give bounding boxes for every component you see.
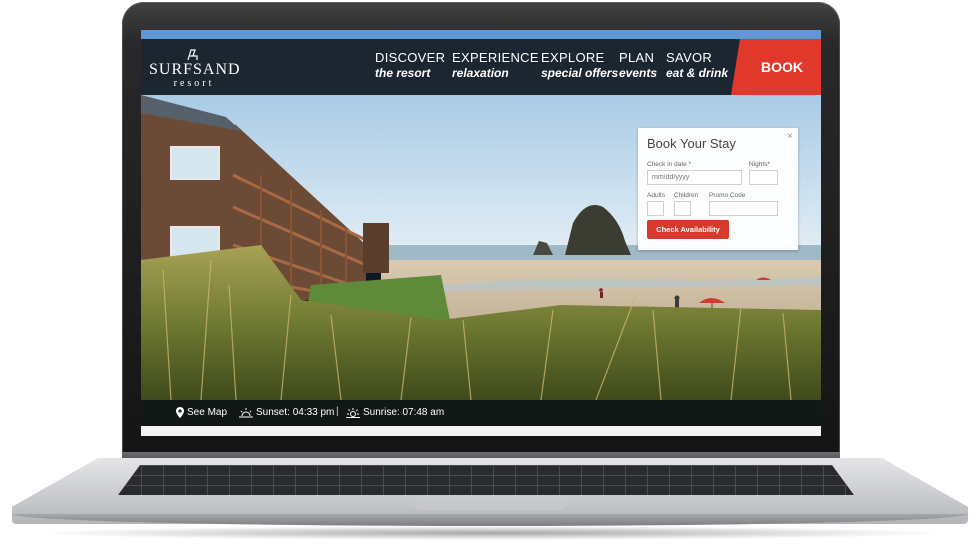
nav-item-title: EXPERIENCE xyxy=(452,50,539,65)
nights-label: Nights* xyxy=(749,161,770,168)
see-map-label: See Map xyxy=(187,407,228,418)
promo-code-label: Promo Code xyxy=(709,192,746,199)
map-pin-icon xyxy=(176,407,184,418)
sunrise-icon xyxy=(346,407,360,418)
sunset-text: Sunset: 04:33 pm xyxy=(256,407,335,418)
sunrise-time: Sunrise: 07:48 am xyxy=(346,407,444,418)
sunset-icon xyxy=(239,407,253,417)
checkin-label: Check in date * xyxy=(647,161,692,168)
see-map-link[interactable]: See Map xyxy=(176,407,227,418)
nav-item-savor[interactable]: SAVOR eat & drink xyxy=(666,50,728,80)
info-bar: See Map Sunset: 04:33 pm | Sunrise: 07:4… xyxy=(141,400,821,426)
beach-chair-icon xyxy=(187,49,198,61)
booking-title: Book Your Stay xyxy=(647,136,736,151)
sunrise-text: Sunrise: 07:48 am xyxy=(363,407,445,418)
nav-item-explore[interactable]: EXPLORE special offers xyxy=(541,50,618,80)
building-window xyxy=(170,146,220,180)
booking-widget: × Book Your Stay Check in date * Nights*… xyxy=(638,128,798,250)
laptop-trackpad xyxy=(414,498,566,510)
nav-item-subtitle: events xyxy=(619,66,658,80)
small-building xyxy=(363,223,389,273)
logo-name: SURFSAND xyxy=(149,61,241,78)
nav-item-title: SAVOR xyxy=(666,50,713,65)
checkin-date-input[interactable] xyxy=(647,170,742,185)
laptop-front-edge xyxy=(12,514,968,526)
check-availability-button[interactable]: Check Availability xyxy=(647,220,729,239)
nav-item-subtitle: special offers xyxy=(541,66,619,80)
nav-item-title: DISCOVER xyxy=(375,50,446,65)
top-accent-strip xyxy=(141,30,821,39)
logo-sub: resort xyxy=(173,78,215,89)
children-input[interactable] xyxy=(674,201,691,216)
page-content-below xyxy=(141,426,821,436)
nights-input[interactable] xyxy=(749,170,778,185)
book-button[interactable]: BOOK xyxy=(731,39,821,95)
adults-label: Adults xyxy=(647,192,666,199)
main-navigation: SURFSAND resort DISCOVER the resort EXPE… xyxy=(141,39,821,95)
nav-item-subtitle: eat & drink xyxy=(666,66,729,80)
laptop-keyboard xyxy=(118,465,854,495)
nav-item-experience[interactable]: EXPERIENCE relaxation xyxy=(452,50,539,80)
nav-item-title: EXPLORE xyxy=(541,50,605,65)
nav-item-title: PLAN xyxy=(619,50,655,65)
nav-item-subtitle: the resort xyxy=(375,66,431,80)
nav-item-subtitle: relaxation xyxy=(452,66,509,80)
laptop-shadow xyxy=(30,526,950,540)
nav-item-plan[interactable]: PLAN events xyxy=(619,50,657,80)
info-separator: | xyxy=(336,406,339,417)
close-icon[interactable]: × xyxy=(787,131,793,142)
adults-input[interactable] xyxy=(647,201,664,216)
promo-code-input[interactable] xyxy=(709,201,778,216)
children-label: Children xyxy=(674,192,699,199)
surfsand-logo[interactable]: SURFSAND resort xyxy=(149,47,241,91)
sunset-time: Sunset: 04:33 pm xyxy=(239,407,334,418)
browser-screen: SURFSAND resort DISCOVER the resort EXPE… xyxy=(141,30,821,436)
nav-item-discover[interactable]: DISCOVER the resort xyxy=(375,50,445,80)
